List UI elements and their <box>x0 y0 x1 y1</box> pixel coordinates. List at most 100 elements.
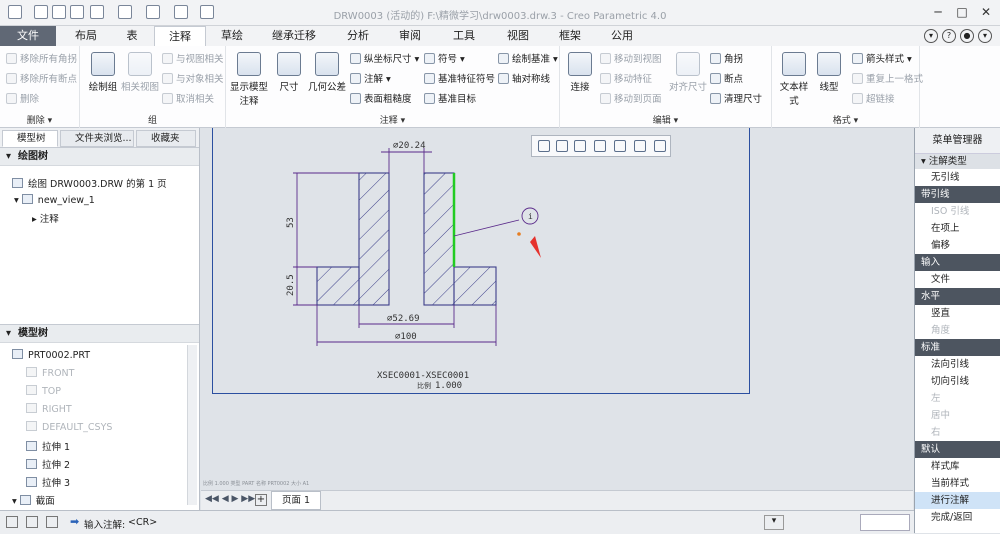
menu-item[interactable]: 偏移 <box>915 237 1000 254</box>
add-sheet-icon[interactable]: + <box>255 494 267 506</box>
draw-datum[interactable]: 绘制基准 ▾ <box>498 51 558 65</box>
align-dimensions-button[interactable]: 对齐尺寸 <box>668 52 708 93</box>
dimension-button[interactable]: 尺寸 <box>274 52 304 93</box>
menu-item[interactable]: 样式库 <box>915 458 1000 475</box>
model-tree-item[interactable]: TOP <box>26 385 61 397</box>
surface-finish[interactable]: 表面粗糙度 <box>350 91 412 105</box>
dim-top[interactable]: ⌀20.24 <box>393 141 426 151</box>
move-to-page[interactable]: 移动到页面 <box>600 91 662 105</box>
dim-bottom[interactable]: ⌀100 <box>395 332 417 342</box>
draw-group-button[interactable]: 绘制组 <box>84 52 122 93</box>
jog-button[interactable]: 角拐 <box>710 51 743 65</box>
menu-item[interactable]: 竖直 <box>915 305 1000 322</box>
status-icon[interactable] <box>6 516 18 528</box>
refit-icon[interactable] <box>538 140 550 152</box>
note-button[interactable]: 注解 ▾ <box>350 71 391 85</box>
tab-frame[interactable]: 框架 <box>546 26 594 46</box>
remove-all-breakpoints[interactable]: 移除所有断点 <box>6 71 77 85</box>
menu-item[interactable]: 标准 <box>915 339 1000 356</box>
menu-item[interactable]: 当前样式 <box>915 475 1000 492</box>
settings-icon[interactable]: ● <box>960 29 974 43</box>
connect-button[interactable]: 连接 <box>564 52 596 93</box>
hyperlink[interactable]: 超链接 <box>852 91 895 105</box>
model-tree-item[interactable]: DEFAULT_CSYS <box>26 421 112 433</box>
annotation-display-icon[interactable] <box>654 140 666 152</box>
sheet-tab[interactable]: 页面 1 <box>271 491 321 510</box>
menu-item[interactable]: 完成/返回 <box>915 509 1000 526</box>
model-tree-item[interactable]: PRT0002.PRT <box>12 349 90 361</box>
selection-filter[interactable] <box>860 514 910 531</box>
tab-review[interactable]: 审阅 <box>386 26 434 46</box>
drawing-canvas[interactable]: ⌀20.24 ⌀52.69 ⌀100 53 20.5 i XSEC0001-XS… <box>201 128 913 510</box>
breakpoint-button[interactable]: 断点 <box>710 71 743 85</box>
filter-icon[interactable]: ▾ <box>764 515 784 530</box>
menu-item[interactable]: 在项上 <box>915 220 1000 237</box>
menu-item[interactable]: 水平 <box>915 288 1000 305</box>
menu-item[interactable]: 默认 <box>915 441 1000 458</box>
tab-sketch[interactable]: 草绘 <box>208 26 256 46</box>
scrollbar[interactable] <box>187 345 197 505</box>
tab-annotate[interactable]: 注释 <box>154 26 206 46</box>
window-icon[interactable] <box>46 516 58 528</box>
unrelate[interactable]: 取消相关 <box>162 91 214 105</box>
tab-utilities[interactable]: 公用 <box>598 26 646 46</box>
axis-symmetry-line[interactable]: 轴对称线 <box>498 71 550 85</box>
repaint-icon[interactable] <box>594 140 606 152</box>
datum-target[interactable]: 基准目标 <box>424 91 476 105</box>
relate-to-view[interactable]: 与视图相关 <box>162 51 224 65</box>
datum-display-icon[interactable] <box>634 140 646 152</box>
options-icon[interactable]: ▾ <box>978 29 992 43</box>
tab-analysis[interactable]: 分析 <box>334 26 382 46</box>
cleanup-dimensions[interactable]: 清理尺寸 <box>710 91 762 105</box>
menu-item[interactable]: 带引线 <box>915 186 1000 203</box>
model-tree-item[interactable]: 拉伸 3 <box>26 475 70 489</box>
menu-item[interactable]: 法向引线 <box>915 356 1000 373</box>
tree-item-drawing[interactable]: 绘图 DRW0003.DRW 的第 1 页 <box>12 176 167 190</box>
line-style-button[interactable]: 线型 <box>814 52 844 93</box>
tree-item-annotations[interactable]: ▸ 注释 <box>32 211 59 225</box>
model-tree-item[interactable]: FRONT <box>26 367 74 379</box>
move-feature[interactable]: 移动特征 <box>600 71 652 85</box>
related-views-button[interactable]: 相关视图 <box>120 52 160 93</box>
model-tree-item[interactable]: 拉伸 2 <box>26 457 70 471</box>
move-to-view[interactable]: 移动到视图 <box>600 51 662 65</box>
arrow-style[interactable]: 箭头样式 ▾ <box>852 51 912 65</box>
graphics-icon[interactable] <box>26 516 38 528</box>
delete-button[interactable]: 删除 <box>6 91 39 105</box>
menu-item[interactable]: 进行注解 <box>915 492 1000 509</box>
model-tree-item[interactable]: 拉伸 1 <box>26 439 70 453</box>
model-tree-item[interactable]: RIGHT <box>26 403 72 415</box>
prompt-value[interactable]: <CR> <box>128 517 157 528</box>
tab-view[interactable]: 视图 <box>494 26 542 46</box>
zoom-in-icon[interactable] <box>556 140 568 152</box>
dim-height-20-5[interactable]: 20.5 <box>286 274 296 296</box>
help-icon[interactable]: ? <box>942 29 956 43</box>
symbol-button[interactable]: 符号 ▾ <box>424 51 465 65</box>
ordinate-dimension[interactable]: 纵坐标尺寸 ▾ <box>350 51 419 65</box>
dim-height-53[interactable]: 53 <box>286 217 296 228</box>
tab-model-tree[interactable]: 模型树 <box>2 130 58 147</box>
relate-to-object[interactable]: 与对象相关 <box>162 71 224 85</box>
model-tree-item[interactable]: ▾ 截面 <box>12 493 55 507</box>
zoom-out-icon[interactable] <box>574 140 586 152</box>
tab-folder-browser[interactable]: 文件夹浏览... <box>60 130 134 147</box>
text-style-button[interactable]: 文本样式 <box>776 52 812 107</box>
close-icon[interactable]: ✕ <box>976 3 996 21</box>
balloon-text[interactable]: i <box>528 212 533 221</box>
remove-all-jogs[interactable]: 移除所有角拐 <box>6 51 77 65</box>
show-model-annotations-button[interactable]: 显示模型注释 <box>228 52 270 107</box>
dropdown-icon[interactable]: ▾ <box>924 29 938 43</box>
tab-file[interactable]: 文件 <box>0 26 56 46</box>
maximize-icon[interactable]: □ <box>952 3 972 21</box>
dim-middle[interactable]: ⌀52.69 <box>387 314 420 324</box>
datum-feature-symbol[interactable]: 基准特征符号 <box>424 71 495 85</box>
tab-layout[interactable]: 布局 <box>62 26 110 46</box>
tab-legacy-migration[interactable]: 继承迁移 <box>258 26 330 46</box>
tab-table[interactable]: 表 <box>112 26 152 46</box>
geometric-tolerance-button[interactable]: 几何公差 <box>306 52 348 93</box>
tab-tools[interactable]: 工具 <box>440 26 488 46</box>
minimize-icon[interactable]: ─ <box>928 3 948 21</box>
menu-item[interactable]: 无引线 <box>915 169 1000 186</box>
menu-item[interactable]: 切向引线 <box>915 373 1000 390</box>
display-style-icon[interactable] <box>614 140 626 152</box>
